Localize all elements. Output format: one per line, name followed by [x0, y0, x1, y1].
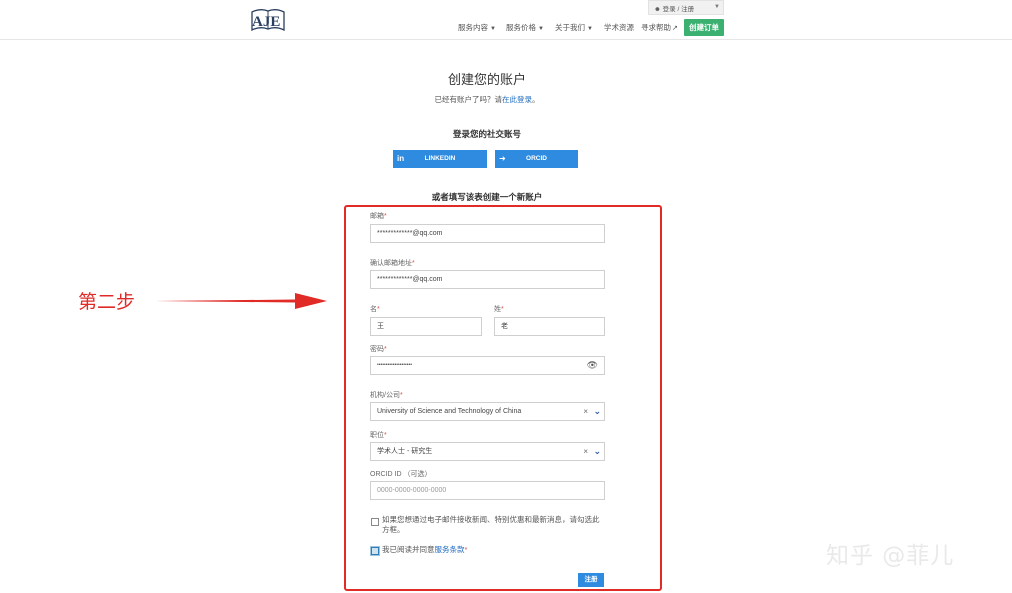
nav-help[interactable]: 寻求帮助↗: [641, 22, 678, 33]
organization-select[interactable]: University of Science and Technology of …: [370, 402, 605, 421]
create-account-heading: 或者填写该表创建一个新账户: [431, 192, 543, 202]
terms-text: 我已阅读并同意服务条款*: [382, 545, 467, 555]
position-label-text: 职位: [370, 432, 384, 439]
last-name-field[interactable]: 老: [494, 317, 605, 336]
orcid-label: ORCID: [526, 155, 547, 162]
newsletter-text-line1: 如果您想通过电子邮件接收新闻、特别优惠和最新消息，请勾选此: [382, 515, 600, 524]
position-select[interactable]: 学术人士 - 研究生 × ⌄: [370, 442, 605, 461]
aje-logo[interactable]: AJE: [250, 6, 286, 32]
login-here-link[interactable]: 在此登录: [502, 95, 532, 104]
required-mark: *: [384, 432, 387, 439]
close-icon[interactable]: ×: [583, 403, 588, 420]
password-label: 密码*: [370, 344, 387, 354]
logo-text: AJE: [252, 14, 281, 30]
step-annotation-label: 第二步: [78, 291, 136, 313]
nav-help-label: 寻求帮助: [641, 23, 671, 32]
newsletter-checkbox[interactable]: [371, 518, 379, 526]
close-icon[interactable]: ×: [583, 443, 588, 460]
nav-resources[interactable]: 学术资源: [604, 22, 634, 33]
first-name-label-text: 名: [370, 306, 377, 313]
create-order-button[interactable]: 创建订单: [684, 19, 724, 36]
site-header: AJE ☻ 登录 / 注册 ▼ 服务内容 ▼ 服务价格 ▼ 关于我们 ▼ 学术资源 寻…: [0, 0, 1012, 40]
email-label-text: 邮箱: [370, 213, 384, 220]
confirm-email-label: 确认邮箱地址*: [370, 258, 415, 268]
required-mark: *: [399, 392, 403, 399]
nav-services[interactable]: 服务内容 ▼: [458, 22, 496, 33]
chevron-down-icon: ▼: [714, 4, 720, 10]
linkedin-label: LINKEDIN: [424, 155, 456, 162]
terms-prefix: 我已阅读并同意: [382, 545, 435, 554]
orcid-login-button[interactable]: ➜ ORCID: [495, 150, 578, 168]
confirm-email-label-text: 确认邮箱地址: [370, 260, 412, 267]
last-name-label: 姓*: [494, 304, 504, 314]
login-prompt-prefix: 已经有账户了吗？请: [434, 95, 503, 104]
email-field[interactable]: *************@qq.com: [370, 224, 605, 243]
nav-services-label: 服务内容: [458, 23, 488, 32]
chevron-down-icon[interactable]: ⌄: [593, 443, 601, 460]
email-label: 邮箱*: [370, 211, 387, 221]
terms-checkbox[interactable]: [371, 547, 379, 555]
position-label: 职位*: [370, 430, 387, 440]
nav-about[interactable]: 关于我们 ▼: [555, 22, 593, 33]
linkedin-login-button[interactable]: in LINKEDIN: [393, 150, 487, 168]
social-login-heading: 登录您的社交账号: [452, 129, 521, 139]
newsletter-text: 如果您想通过电子邮件接收新闻、特别优惠和最新消息，请勾选此 方框。: [382, 515, 604, 535]
last-name-label-text: 姓: [494, 306, 501, 313]
nav-about-label: 关于我们: [555, 23, 585, 32]
chevron-down-icon[interactable]: ⌄: [593, 403, 601, 420]
password-label-text: 密码: [370, 346, 384, 353]
terms-of-service-link[interactable]: 服务条款: [435, 545, 465, 554]
orcid-id-field[interactable]: 0000-0000-0000-0000: [370, 481, 605, 500]
organization-label: 机构/公司*: [370, 390, 403, 400]
arrow-right-icon: [155, 293, 327, 309]
external-link-icon: ↗: [672, 25, 678, 32]
required-mark: *: [384, 346, 387, 353]
required-mark: *: [384, 213, 387, 220]
nav-resources-label: 学术资源: [604, 23, 634, 32]
orcid-id-label: ORCID ID （可选）: [370, 471, 432, 478]
nav-pricing-label: 服务价格: [506, 23, 536, 32]
chevron-down-icon: ▼: [490, 26, 496, 32]
position-value: 学术人士 - 研究生: [377, 448, 433, 455]
login-register-link[interactable]: ☻ 登录 / 注册 ▼: [648, 0, 724, 15]
login-text: 登录 / 注册: [662, 6, 695, 13]
register-button[interactable]: 注册: [578, 573, 604, 587]
password-value: ••••••••••••••••••••: [377, 362, 413, 368]
nav-pricing[interactable]: 服务价格 ▼: [506, 22, 544, 33]
user-icon: ☻: [654, 6, 661, 13]
confirm-email-field[interactable]: *************@qq.com: [370, 270, 605, 289]
chevron-down-icon: ▼: [538, 26, 544, 32]
required-mark: *: [412, 260, 415, 267]
first-name-field[interactable]: 王: [370, 317, 482, 336]
eye-icon[interactable]: 👁: [587, 357, 598, 374]
first-name-label: 名*: [370, 304, 380, 314]
required-mark: *: [501, 306, 504, 313]
login-prompt: 已经有账户了吗？请在此登录。: [0, 94, 974, 105]
newsletter-text-line2: 方框。: [382, 525, 405, 534]
chevron-down-icon: ▼: [587, 26, 593, 32]
organization-value: University of Science and Technology of …: [377, 408, 522, 415]
login-prompt-suffix: 。: [532, 95, 540, 104]
required-mark: *: [464, 545, 468, 554]
zhihu-watermark: 知乎 @菲儿: [826, 543, 955, 569]
organization-label-text: 机构/公司: [370, 392, 400, 399]
page-title: 创建您的账户: [447, 72, 526, 87]
required-mark: *: [377, 306, 380, 313]
password-field[interactable]: •••••••••••••••••••• 👁: [370, 356, 605, 375]
